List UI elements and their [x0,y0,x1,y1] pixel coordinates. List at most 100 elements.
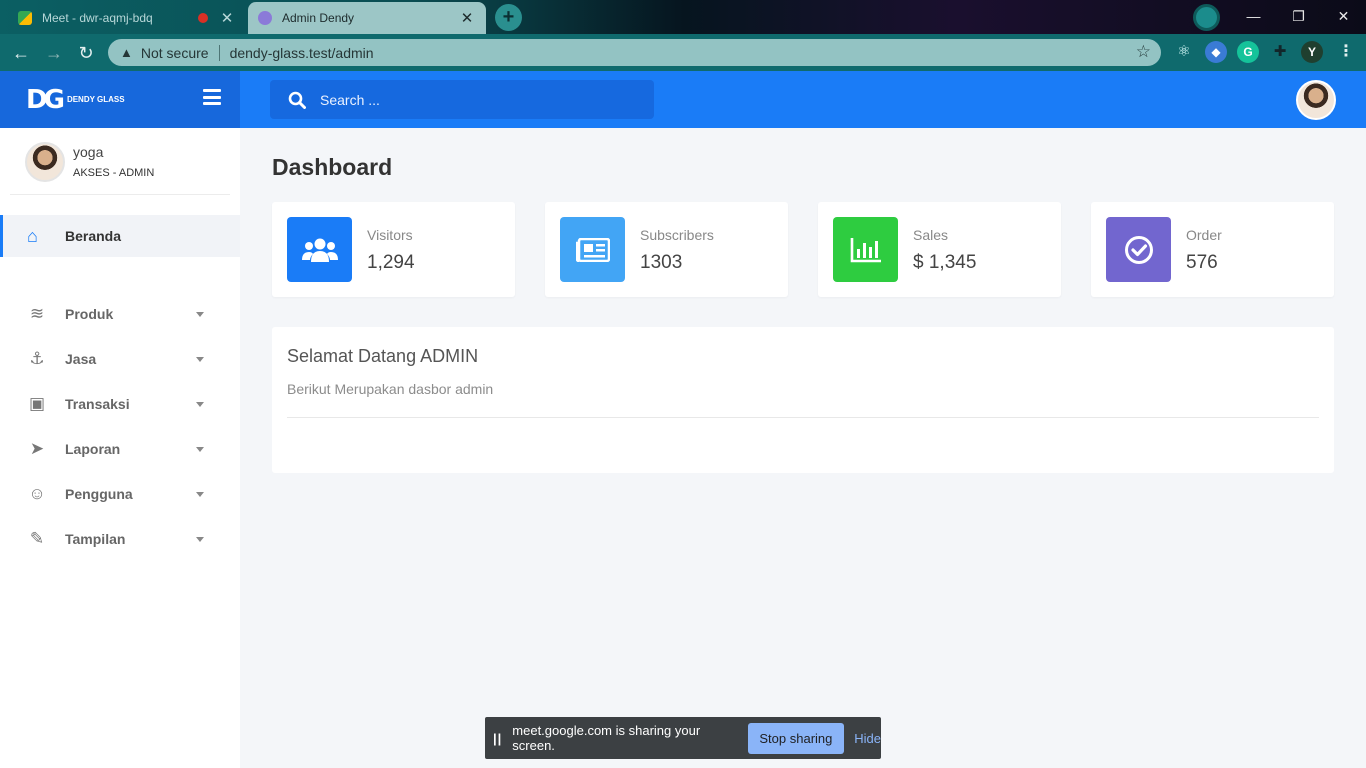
sidebar-item-label: Jasa [65,351,97,367]
screen-share-notification: || meet.google.com is sharing your scree… [485,717,881,759]
hide-button[interactable]: Hide [854,731,881,746]
back-icon[interactable]: ← [10,42,32,64]
logo: DG [26,84,65,115]
puzzle-icon[interactable]: ✚ [1269,41,1291,63]
stat-card-sales: Sales $ 1,345 [818,202,1061,297]
window-controls: — ❐ ✕ [1231,0,1366,32]
caret-down-icon [196,311,204,317]
main-content: Dashboard Visitors 1,294 Subscribers 130… [240,128,1366,768]
brush-icon: ✎ [29,529,45,548]
menu-kebab-icon[interactable]: ⋮ [1335,41,1357,63]
page-title: Dashboard [272,154,393,180]
caret-down-icon [196,491,204,497]
sidebar: yoga AKSES - ADMIN ⌂ Beranda ≋ Produk ⚓ … [0,128,240,768]
browser-tab-admin[interactable]: Admin Dendy ✕ [248,2,486,34]
sidebar-item-label: Produk [65,306,114,322]
sidebar-item-transaksi[interactable]: ▣ Transaksi [0,386,240,422]
react-devtools-icon[interactable]: ⚛ [1173,41,1195,63]
reload-icon[interactable]: ↻ [75,42,97,64]
forward-icon[interactable]: → [43,42,65,64]
caret-down-icon [196,536,204,542]
address-bar[interactable]: ▲ Not secure dendy-glass.test/admin ☆ [108,39,1161,66]
browser-tab-strip: Meet - dwr-aqmj-bdq ✕ Admin Dendy ✕ + — … [0,0,1366,34]
avatar [25,142,65,182]
paper-plane-icon: ➤ [29,439,45,458]
sidebar-item-label: Tampilan [65,531,126,547]
stat-value: 1,294 [367,252,415,273]
sidebar-item-pengguna[interactable]: ☺ Pengguna [0,476,240,512]
tab-title: Meet - dwr-aqmj-bdq [42,11,153,25]
tab-title: Admin Dendy [282,11,355,25]
close-window-icon[interactable]: ✕ [1321,0,1366,32]
home-icon: ⌂ [27,225,38,246]
security-label: Not secure [140,44,209,61]
money-icon: ▣ [28,394,46,413]
warning-icon: ▲ [120,45,133,60]
divider [10,194,230,195]
search-box[interactable] [270,80,654,119]
browser-tab-meet[interactable]: Meet - dwr-aqmj-bdq ✕ [8,2,246,34]
admin-app: DG DENDY GLASS yoga AKSES - ADMIN ⌂ Bera… [0,71,1366,768]
stat-card-subscribers: Subscribers 1303 [545,202,788,297]
caret-down-icon [196,401,204,407]
sidebar-item-tampilan[interactable]: ✎ Tampilan [0,521,240,557]
grammarly-icon[interactable]: G [1237,41,1259,63]
bookmark-star-icon[interactable]: ☆ [1136,42,1151,62]
welcome-panel: Selamat Datang ADMIN Berikut Merupakan d… [272,327,1334,473]
minimize-icon[interactable]: — [1231,0,1276,32]
url-text: dendy-glass.test/admin [229,44,374,61]
newspaper-icon [560,217,625,282]
divider [218,44,220,61]
stat-card-order: Order 576 [1091,202,1334,297]
extension-icon[interactable]: ◆ [1205,41,1227,63]
new-tab-button[interactable]: + [495,4,522,31]
sidebar-item-jasa[interactable]: ⚓ Jasa [0,341,240,377]
caret-down-icon [196,356,204,362]
restore-icon[interactable]: ❐ [1276,0,1321,32]
stat-label: Subscribers [640,227,714,243]
caret-down-icon [196,446,204,452]
stat-label: Visitors [367,227,413,243]
user-icon: ☺ [28,484,46,503]
welcome-title: Selamat Datang ADMIN [287,346,479,366]
recording-icon [198,13,208,23]
profile-icon[interactable]: Y [1301,41,1323,63]
anchor-icon: ⚓ [29,349,45,368]
users-icon [287,217,352,282]
user-name: yoga [73,144,104,160]
user-role: AKSES - ADMIN [73,167,155,179]
extension-badge-icon[interactable] [1193,4,1220,31]
hamburger-menu-icon[interactable] [203,89,221,105]
stop-sharing-button[interactable]: Stop sharing [747,722,845,754]
search-icon [288,91,306,109]
stat-value: 576 [1186,252,1218,273]
sidebar-item-label: Laporan [65,441,121,457]
stat-card-visitors: Visitors 1,294 [272,202,515,297]
welcome-subtitle: Berikut Merupakan dasbor admin [287,381,494,397]
share-message: meet.google.com is sharing your screen. [512,723,701,753]
search-input[interactable] [320,91,620,108]
user-panel: yoga AKSES - ADMIN [25,141,230,195]
chart-icon [833,217,898,282]
stat-value: $ 1,345 [913,252,977,273]
check-circle-icon [1106,217,1171,282]
layers-icon: ≋ [29,304,45,323]
sidebar-item-beranda[interactable]: ⌂ Beranda [0,215,240,257]
stat-value: 1303 [640,252,683,273]
user-avatar[interactable] [1296,80,1336,120]
stat-label: Order [1186,227,1222,243]
sidebar-item-laporan[interactable]: ➤ Laporan [0,431,240,467]
sidebar-item-label: Beranda [65,228,122,244]
sidebar-item-label: Pengguna [65,486,133,502]
close-tab-icon[interactable]: ✕ [218,9,236,27]
pause-icon: || [493,730,503,746]
sidebar-item-produk[interactable]: ≋ Produk [0,296,240,332]
close-tab-icon[interactable]: ✕ [458,9,476,27]
brand-name: DENDY GLASS [66,95,125,104]
top-navbar: DG DENDY GLASS [0,71,1366,128]
divider [287,417,1319,418]
meet-favicon-icon [18,11,32,25]
sidebar-item-label: Transaksi [65,396,130,412]
site-favicon-icon [258,11,272,25]
stat-label: Sales [913,227,949,243]
